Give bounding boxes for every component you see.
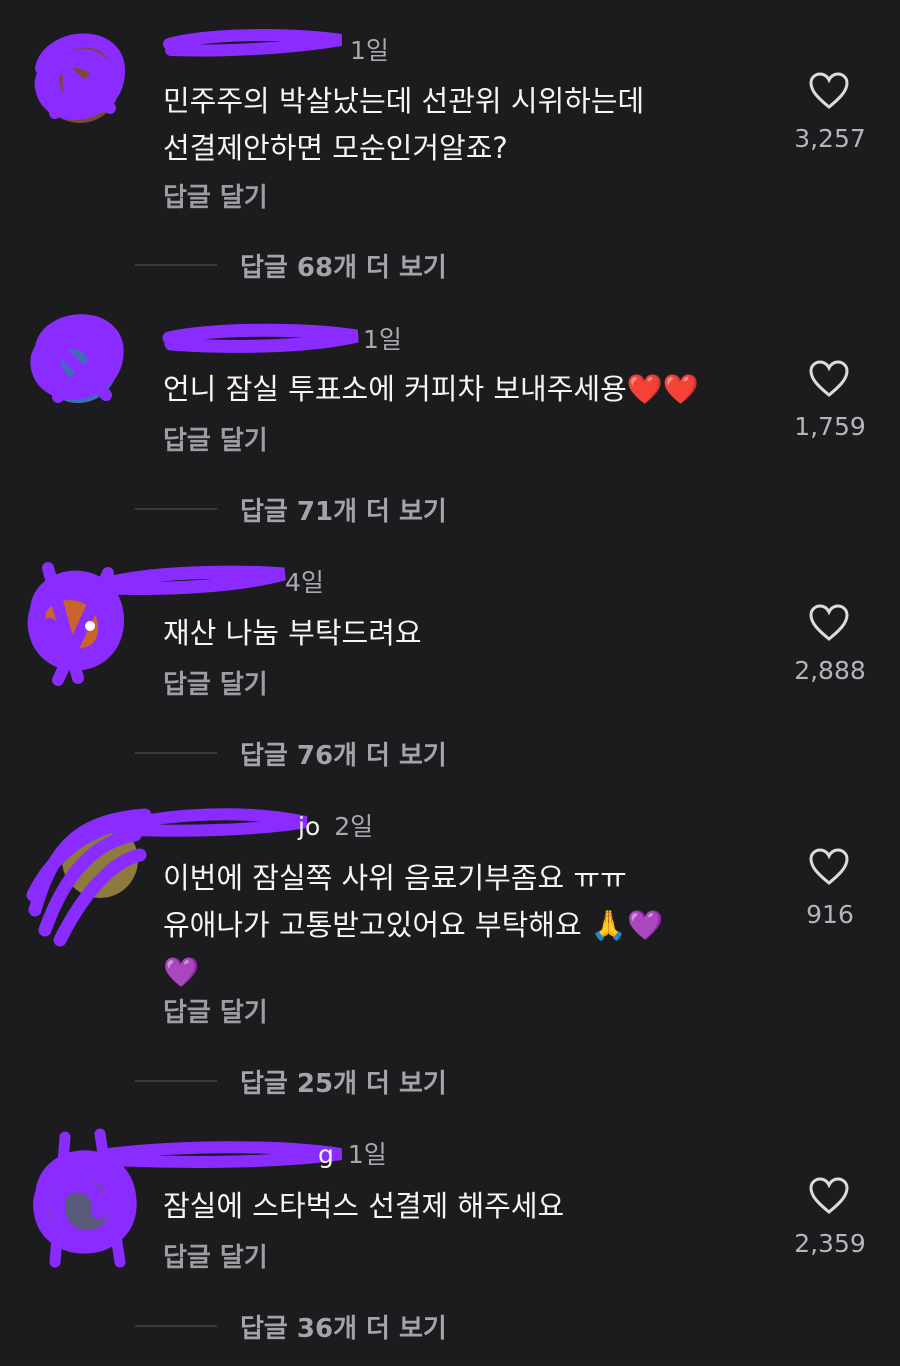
comment-time-value: 1일 <box>347 1140 387 1169</box>
comment-time: g 1일 <box>318 1140 387 1170</box>
username-redaction <box>103 1140 345 1168</box>
view-more-replies-label: 답글 36개 더 보기 <box>240 1313 447 1344</box>
comment-text: 잠실에 스타벅스 선결제 해주세요 <box>163 1189 565 1223</box>
heart-outline-icon[interactable] <box>808 1177 850 1215</box>
like-count: 2,359 <box>794 1229 866 1258</box>
username-fragment: g <box>318 1140 334 1169</box>
divider-line <box>135 1325 217 1327</box>
reply-button[interactable]: 답글 달기 <box>163 1243 268 1273</box>
comment-item: g 1일 잠실에 스타벅스 선결제 해주세요 답글 달기 2,359 답글 36… <box>0 0 900 1366</box>
view-more-replies[interactable]: 답글 36개 더 보기 <box>135 1311 447 1344</box>
